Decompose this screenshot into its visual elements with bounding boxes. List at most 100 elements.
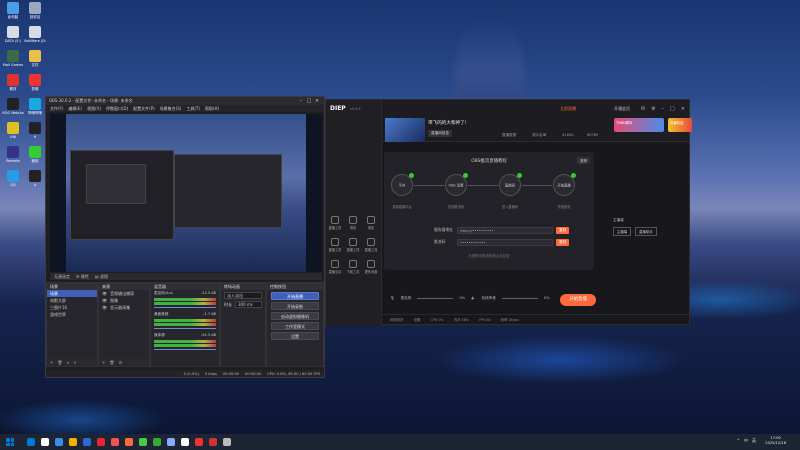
control-button[interactable]: 开始直播 <box>271 292 319 300</box>
sidebar-tool[interactable]: 直播互动 <box>328 260 342 274</box>
obs-title-bar[interactable]: OBS 30.0.2 - 配置文件: 未命名 - 场景: 未命名 – □ × <box>46 97 324 105</box>
desktop-icon[interactable]: DATA (E:) <box>2 26 24 43</box>
menu-item[interactable]: 工具(T) <box>186 106 200 112</box>
volume-slider[interactable] <box>154 328 216 329</box>
taskbar-app-icon[interactable] <box>167 438 175 446</box>
maximize-icon[interactable]: □ <box>670 106 675 112</box>
menu-item[interactable]: 文件(F) <box>50 106 63 112</box>
minimize-icon[interactable]: – <box>662 106 665 112</box>
windows-start-icon[interactable] <box>6 438 14 446</box>
menu-item[interactable]: 编辑(E) <box>68 106 82 112</box>
obs-window[interactable]: OBS 30.0.2 - 配置文件: 未命名 - 场景: 未命名 – □ × 文… <box>45 96 325 378</box>
move-down-icon[interactable]: ∨ <box>73 360 76 365</box>
eye-icon[interactable]: 👁 <box>102 305 107 310</box>
taskbar-app-icon[interactable] <box>41 438 49 446</box>
menu-item[interactable]: 场景集合(S) <box>160 106 182 112</box>
move-up-icon[interactable]: ∧ <box>66 360 69 365</box>
promo-banner-2[interactable]: 风暴科技 <box>668 118 692 132</box>
add-icon[interactable]: + <box>102 360 105 365</box>
tray-icon[interactable]: ^ <box>737 438 740 444</box>
transition-select[interactable]: 淡入淡出 <box>224 292 262 299</box>
right-panel-button-2[interactable]: 直播助手 <box>635 227 657 236</box>
filters-button[interactable]: ▤ 滤镜 <box>95 274 108 280</box>
taskbar-app-icon[interactable] <box>69 438 77 446</box>
sidebar-tool[interactable]: 直播工具 <box>328 238 342 252</box>
control-button[interactable]: 开始录制 <box>271 302 319 310</box>
duration-input[interactable]: 300 ms <box>235 301 262 308</box>
clock[interactable]: 17:00 2025/12/16 <box>765 436 786 446</box>
menu-item[interactable]: 停靠窗口(D) <box>106 106 128 112</box>
key-input[interactable]: •••••••••••• <box>457 238 553 246</box>
gear-icon[interactable]: ⚙ <box>651 106 655 112</box>
remove-icon[interactable]: 🗑 <box>57 360 62 365</box>
minimize-icon[interactable]: – <box>297 98 305 104</box>
stat-audience[interactable]: 观众名单 <box>532 133 546 138</box>
message-icon[interactable]: ✉ <box>641 106 645 112</box>
taskbar-app-icon[interactable] <box>209 438 217 446</box>
sidebar-tool[interactable]: 场景 <box>346 216 360 230</box>
server-input[interactable]: rtmp://•••••••••• <box>457 226 553 234</box>
go-live-top[interactable]: 立即直播 <box>560 106 576 112</box>
menu-item[interactable]: 配置文件(P) <box>133 106 155 112</box>
eye-icon[interactable]: 👁 <box>102 298 107 303</box>
desktop-icon[interactable]: 素材 <box>2 74 24 91</box>
room-title[interactable]: 带飞的的大和神了! <box>428 120 467 126</box>
sidebar-tool[interactable]: 下载工具 <box>346 260 360 274</box>
tray-icon[interactable]: 中 <box>744 438 748 444</box>
desktop-icon[interactable]: 剪辑 <box>24 74 46 91</box>
stat-live-data[interactable]: 直播数据 <box>502 133 516 138</box>
add-icon[interactable]: + <box>50 360 53 365</box>
gear-icon[interactable]: ⚙ <box>118 360 122 365</box>
scene-item[interactable]: 电影大屏 <box>47 297 97 304</box>
source-item[interactable]: 👁 显示器采集 <box>99 304 149 311</box>
close-icon[interactable]: × <box>681 106 685 112</box>
menu-item[interactable]: 视图(V) <box>87 106 101 112</box>
sidebar-tool[interactable]: 直播工具 <box>328 216 342 230</box>
desktop-icon[interactable]: A <box>24 170 46 187</box>
scene-item[interactable]: 场景 <box>47 290 97 297</box>
taskbar-app-icon[interactable] <box>27 438 35 446</box>
stream-assistant-window[interactable]: DIEP v5.5.4 直播工具 场景 场景 直播工具 直播工具 直播工具 直播互动 下载工具… <box>325 99 692 326</box>
desktop-icon[interactable]: 回收站 <box>24 2 46 19</box>
desktop-icon[interactable]: 微信 <box>24 146 46 163</box>
speaker-slider[interactable] <box>501 297 538 299</box>
mic-icon[interactable]: 🎙 <box>390 296 395 300</box>
desktop-icon[interactable]: Mall Games <box>2 50 24 67</box>
tray-icon[interactable]: 英 <box>752 438 756 444</box>
mic-slider[interactable] <box>417 297 454 299</box>
sidebar-tool[interactable]: 直播工具 <box>364 238 378 252</box>
taskbar-app-icon[interactable] <box>153 438 161 446</box>
copy-server-button[interactable]: 复制 <box>556 226 570 234</box>
desktop-icon[interactable]: Remote <box>2 146 24 163</box>
sidebar-tool[interactable]: 更多设置 <box>364 260 378 274</box>
taskbar-app-icon[interactable] <box>139 438 147 446</box>
properties-button[interactable]: ⚙ 属性 <box>76 274 89 280</box>
taskbar-app-icon[interactable] <box>125 438 133 446</box>
scene-item[interactable]: 游戏世界 <box>47 311 97 318</box>
desktop-icon[interactable]: SoftWare (D:) <box>24 26 46 43</box>
volume-slider[interactable] <box>154 307 216 308</box>
desktop-icon[interactable]: H <box>24 122 46 139</box>
taskbar-app-icon[interactable] <box>111 438 119 446</box>
vip-label[interactable]: 开通会员 <box>614 106 630 112</box>
taskbar-app-icon[interactable] <box>83 438 91 446</box>
control-button[interactable]: 工作室模式 <box>271 322 319 330</box>
sidebar-tool[interactable]: 直播工具 <box>346 238 360 252</box>
promo-banner-1[interactable]: TNNN周年 <box>614 118 664 132</box>
remove-icon[interactable]: 🗑 <box>109 360 114 365</box>
desktop-icon[interactable]: 哔哩哔哩 <box>24 98 46 115</box>
room-thumbnail[interactable] <box>385 118 425 142</box>
sidebar-tool[interactable]: 场景 <box>364 216 378 230</box>
taskbar-app-icon[interactable] <box>223 438 231 446</box>
maximize-icon[interactable]: □ <box>305 98 313 104</box>
obs-preview[interactable] <box>50 114 322 272</box>
taskbar-app-icon[interactable] <box>181 438 189 446</box>
desktop-icon[interactable]: UNI <box>2 122 24 139</box>
speaker-icon[interactable]: 🔈 <box>471 296 475 300</box>
desktop-icon[interactable]: 文件 <box>24 50 46 67</box>
flow-tag[interactable]: 推荐 <box>577 157 590 164</box>
desktop-icon[interactable]: 此电脑 <box>2 2 24 19</box>
volume-slider[interactable] <box>154 349 216 350</box>
eye-icon[interactable]: 👁 <box>102 291 107 296</box>
control-button[interactable]: 启动虚拟摄像机 <box>271 312 319 320</box>
